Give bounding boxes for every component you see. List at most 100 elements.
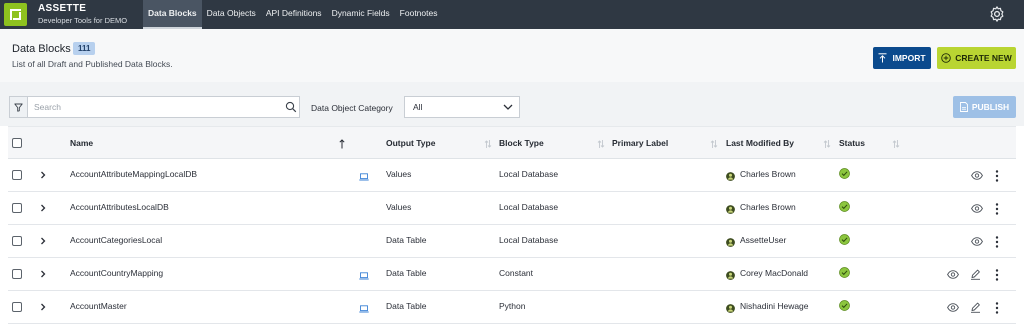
table-row[interactable]: AccountAttributesLocalDB Values Local Da… — [8, 192, 1016, 225]
laptop-icon — [359, 305, 369, 313]
column-header-status[interactable]: Status — [839, 138, 865, 148]
upload-icon — [878, 53, 887, 63]
row-block-type: Python — [499, 301, 526, 311]
check-circle-icon — [839, 267, 850, 278]
table-row[interactable]: AccountCategoriesLocal Data Table Local … — [8, 225, 1016, 258]
import-label: IMPORT — [892, 53, 926, 63]
nav-tab-data-objects[interactable]: Data Objects — [202, 0, 261, 29]
row-checkbox[interactable] — [12, 302, 22, 312]
row-name: AccountCountryMapping — [70, 268, 164, 278]
chevron-down-icon — [503, 104, 513, 110]
filter-button[interactable] — [10, 97, 28, 117]
row-checkbox[interactable] — [12, 236, 22, 246]
row-output-type: Data Table — [386, 235, 427, 245]
assette-logo-icon[interactable] — [4, 3, 27, 26]
select-all-checkbox[interactable] — [12, 138, 22, 148]
main-nav: Data Blocks Data Objects API Definitions… — [143, 0, 442, 29]
kebab-menu-icon[interactable] — [995, 269, 999, 281]
row-block-type: Local Database — [499, 169, 559, 179]
category-select-value: All — [413, 102, 423, 112]
eye-icon[interactable] — [947, 303, 959, 312]
column-header-block-type[interactable]: Block Type — [499, 138, 544, 148]
check-circle-icon — [839, 201, 850, 212]
kebab-menu-icon[interactable] — [995, 170, 999, 182]
eye-icon[interactable] — [971, 237, 983, 246]
pencil-icon[interactable] — [970, 269, 981, 280]
row-checkbox[interactable] — [12, 170, 22, 180]
publish-label: PUBLISH — [971, 102, 1010, 112]
row-output-type: Data Table — [386, 268, 427, 278]
row-name: AccountAttributeMappingLocalDB — [70, 169, 198, 179]
create-new-button[interactable]: CREATE NEW — [937, 47, 1016, 69]
brand-subtitle: Developer Tools for DEMO — [38, 16, 128, 25]
column-header-name[interactable]: Name — [70, 138, 93, 148]
page-subtitle: List of all Draft and Published Data Blo… — [12, 59, 173, 69]
create-new-label: CREATE NEW — [955, 53, 1012, 63]
category-select[interactable]: All — [404, 96, 520, 118]
user-icon — [726, 271, 735, 280]
table-row[interactable]: AccountCountryMapping Data Table Constan… — [8, 258, 1016, 291]
laptop-icon — [359, 272, 369, 280]
table-row[interactable]: AccountMaster Data Table Python Nishadin… — [8, 291, 1016, 324]
table-header: Name Output Type Block Type Primary Labe… — [8, 126, 1016, 159]
row-block-type: Local Database — [499, 202, 559, 212]
kebab-menu-icon[interactable] — [995, 236, 999, 248]
column-header-primary-label[interactable]: Primary Label — [612, 138, 668, 148]
kebab-menu-icon[interactable] — [995, 203, 999, 215]
row-output-type: Values — [386, 202, 412, 212]
row-last-modified-by: Nishadini Hewage — [740, 301, 809, 311]
sort-icon[interactable] — [892, 139, 900, 149]
user-icon — [726, 172, 735, 181]
search-box — [9, 96, 300, 118]
page-header: Data Blocks 111 List of all Draft and Pu… — [0, 29, 1024, 82]
nav-tab-api-definitions[interactable]: API Definitions — [261, 0, 327, 29]
sort-icon[interactable] — [597, 139, 605, 149]
user-icon — [726, 238, 735, 247]
eye-icon[interactable] — [971, 204, 983, 213]
check-circle-icon — [839, 234, 850, 245]
row-checkbox[interactable] — [12, 203, 22, 213]
nav-tab-dynamic-fields[interactable]: Dynamic Fields — [327, 0, 395, 29]
row-checkbox[interactable] — [12, 269, 22, 279]
sort-icon[interactable] — [823, 139, 831, 149]
nav-tab-data-blocks[interactable]: Data Blocks — [143, 0, 202, 29]
data-blocks-table: Name Output Type Block Type Primary Labe… — [8, 126, 1016, 324]
gear-icon[interactable] — [988, 5, 1006, 23]
row-last-modified-by: Corey MacDonald — [740, 268, 809, 278]
chevron-right-icon[interactable] — [39, 170, 47, 180]
publish-button[interactable]: PUBLISH — [953, 96, 1016, 118]
sort-icon[interactable] — [710, 139, 718, 149]
user-icon — [726, 205, 735, 214]
column-header-output-type[interactable]: Output Type — [386, 138, 435, 148]
column-header-last-modified-by[interactable]: Last Modified By — [726, 138, 794, 148]
category-label: Data Object Category — [311, 103, 393, 113]
row-output-type: Data Table — [386, 301, 427, 311]
search-input[interactable] — [34, 100, 274, 114]
chevron-right-icon[interactable] — [39, 203, 47, 213]
row-name: AccountAttributesLocalDB — [70, 202, 169, 212]
row-last-modified-by: Charles Brown — [740, 169, 796, 179]
chevron-right-icon[interactable] — [39, 302, 47, 312]
search-icon[interactable] — [285, 101, 297, 113]
user-icon — [726, 304, 735, 313]
sort-icon[interactable] — [484, 139, 492, 149]
page-title: Data Blocks — [12, 43, 71, 55]
kebab-menu-icon[interactable] — [995, 302, 999, 314]
nav-tab-footnotes[interactable]: Footnotes — [395, 0, 443, 29]
sort-ascending-icon[interactable] — [338, 139, 346, 149]
table-row[interactable]: AccountAttributeMappingLocalDB Values Lo… — [8, 159, 1016, 192]
chevron-right-icon[interactable] — [39, 236, 47, 246]
count-badge: 111 — [73, 42, 96, 55]
plus-circle-icon — [941, 53, 951, 63]
eye-icon[interactable] — [947, 270, 959, 279]
eye-icon[interactable] — [971, 171, 983, 180]
top-navigation-bar: ASSETTE Developer Tools for DEMO Data Bl… — [0, 0, 1024, 29]
row-name: AccountCategoriesLocal — [70, 235, 163, 245]
import-button[interactable]: IMPORT — [873, 47, 931, 69]
check-circle-icon — [839, 168, 850, 179]
filter-icon — [14, 103, 23, 112]
chevron-right-icon[interactable] — [39, 269, 47, 279]
laptop-icon — [359, 173, 369, 181]
pencil-icon[interactable] — [970, 302, 981, 313]
document-icon — [959, 102, 968, 112]
